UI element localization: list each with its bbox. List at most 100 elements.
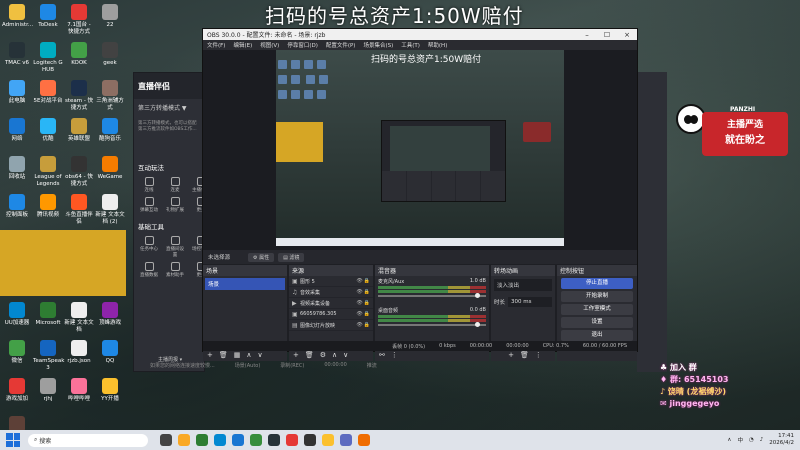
desktop-icon-label: Logitech G HUB [33, 60, 63, 73]
desktop-icon[interactable]: Logitech G HUB [33, 42, 63, 74]
desktop-icon[interactable]: obs64 - 快捷方式 [64, 156, 94, 188]
tool-item[interactable]: 直播间设置 [164, 236, 186, 258]
volume-icon[interactable]: ♪ [760, 437, 764, 443]
desktop-icon[interactable]: rjzb.json [64, 340, 94, 365]
filters-button[interactable]: ▤ 滤镜 [278, 252, 305, 262]
tool-item[interactable]: 连麦 [164, 177, 186, 193]
steam-app-icon[interactable] [268, 434, 280, 446]
teamspeak-app-icon[interactable] [340, 434, 352, 446]
visibility-lock-icon[interactable]: 👁🔒 [356, 278, 373, 284]
visibility-lock-icon[interactable]: 👁🔒 [356, 289, 373, 295]
desktop-icon[interactable]: 斗鱼直播伴侣 [64, 194, 94, 226]
desktop-icon[interactable]: 优酷 [33, 118, 63, 143]
edge-icon[interactable] [214, 434, 226, 446]
desktop-icon[interactable]: 哔哩哔哩 [64, 378, 94, 403]
tool-item[interactable]: 直播数据 [138, 262, 160, 278]
menu-item[interactable]: 工具(T) [401, 41, 420, 49]
visibility-lock-icon[interactable]: 👁🔒 [356, 322, 373, 328]
wifi-icon[interactable]: ◔ [749, 437, 754, 443]
tool-item[interactable]: 连线 [138, 177, 160, 193]
desktop-icon[interactable]: QQ [95, 340, 125, 365]
tool-item[interactable]: 任务中心 [138, 236, 160, 258]
menu-item[interactable]: 文件(F) [207, 41, 225, 49]
start-recording-button[interactable]: 开始录制 [561, 291, 633, 302]
exit-button[interactable]: 退出 [561, 330, 633, 341]
desktop-icon[interactable]: 顶峰游戏 [95, 302, 125, 327]
stop-streaming-button[interactable]: 停止直播 [561, 278, 633, 289]
obs-app-icon[interactable] [304, 434, 316, 446]
desktop-icon[interactable]: KOOK [64, 42, 94, 67]
desktop-icon[interactable]: 新建 文本文档 (2) [95, 194, 125, 226]
desktop-icon[interactable]: 英雄联盟 [64, 118, 94, 143]
windows-start-icon[interactable] [6, 433, 20, 447]
app-icon [102, 156, 118, 172]
desktop-icon[interactable]: YY开播 [95, 378, 125, 403]
menu-item[interactable]: 帮助(H) [428, 41, 447, 49]
desktop-icon[interactable]: League of Legends [33, 156, 63, 188]
kook-app-icon[interactable] [250, 434, 262, 446]
desktop-icon[interactable]: 回收站 [2, 156, 32, 181]
desktop-icon[interactable]: steam - 快捷方式 [64, 80, 94, 112]
desktop-icon[interactable]: Microsoft [33, 302, 63, 327]
ime-icon[interactable]: 中 [737, 436, 743, 444]
desktop-icon[interactable]: ToDesk [33, 4, 63, 29]
desktop-icon[interactable]: 此电脑 [2, 80, 32, 105]
tool-item[interactable]: 素材助手 [164, 262, 186, 278]
desktop-icon[interactable]: WeGame [95, 156, 125, 181]
live-companion-app-icon[interactable] [358, 434, 370, 446]
maximize-icon[interactable]: ☐ [597, 31, 617, 39]
tool-item[interactable]: 礼物扩展 [164, 197, 186, 213]
source-item[interactable]: ▣ 66059786.305 👁🔒 [289, 309, 373, 320]
transition-select[interactable]: 淡入淡出 [494, 279, 552, 291]
desktop-icon[interactable]: Administr... [2, 4, 33, 29]
desktop-icon[interactable]: TeamSpeak 3 [33, 340, 64, 372]
properties-button[interactable]: ⚙ 属性 [248, 252, 275, 262]
desktop-icon[interactable]: 网络 [2, 118, 32, 143]
desktop-icon[interactable]: TMAC v6 [2, 42, 32, 67]
desktop-icon[interactable]: UU加速器 [2, 302, 32, 327]
menu-item[interactable]: 配置文件(P) [326, 41, 356, 49]
desktop-icon[interactable]: rjhj [33, 378, 63, 403]
qq-app-icon[interactable] [232, 434, 244, 446]
desktop-icon[interactable]: 控制面板 [2, 194, 32, 219]
desktop-icon[interactable]: 腾讯视频 [33, 194, 63, 219]
file-explorer-icon[interactable] [178, 434, 190, 446]
desktop-volume-slider[interactable] [378, 322, 486, 327]
source-item[interactable]: ▶ 视频采集设备 👁🔒 [289, 298, 373, 309]
visibility-lock-icon[interactable]: 👁🔒 [356, 311, 373, 317]
settings-button[interactable]: 设置 [561, 317, 633, 328]
source-item[interactable]: ▤ 图像幻灯片放映 👁🔒 [289, 320, 373, 331]
menu-item[interactable]: 停靠窗口(D) [287, 41, 318, 49]
menu-item[interactable]: 视图(V) [260, 41, 279, 49]
mode-selector[interactable]: 第三方转播模式 ▼ [134, 99, 204, 116]
desktop-icon[interactable]: 三角洲辅方式 [95, 80, 125, 112]
desktop-icon[interactable]: 新建 文本文档 [64, 302, 94, 334]
studio-mode-button[interactable]: 工作室模式 [561, 304, 633, 315]
visibility-lock-icon[interactable]: 👁🔒 [356, 300, 373, 306]
tool-item[interactable]: 弹幕互动 [138, 197, 160, 213]
notes-app-icon[interactable] [322, 434, 334, 446]
duration-input[interactable]: 300 ms [508, 297, 552, 307]
chevron-up-icon[interactable]: ∧ [727, 437, 731, 443]
source-item[interactable]: ▣ 图形 5 👁🔒 [289, 276, 373, 287]
desktop-icon[interactable]: 微信 [2, 340, 32, 365]
desktop-icon[interactable]: 游戏加加 [2, 378, 32, 403]
task-view-icon[interactable] [160, 434, 172, 446]
close-icon[interactable]: × [617, 31, 637, 39]
desktop-icon[interactable]: 5E对战平台 [33, 80, 63, 105]
desktop-icon[interactable]: 22 [95, 4, 125, 29]
source-item[interactable]: ♫ 音效采集 👁🔒 [289, 287, 373, 298]
menu-item[interactable]: 场景集合(S) [363, 41, 393, 49]
taskbar-search[interactable]: ⌕ 搜索 [28, 433, 148, 447]
minimize-icon[interactable]: – [577, 31, 597, 39]
desktop-icon[interactable]: geek [95, 42, 125, 67]
mic-volume-slider[interactable] [378, 293, 486, 298]
chrome-icon[interactable] [286, 434, 298, 446]
menu-item[interactable]: 编辑(E) [233, 41, 252, 49]
obs-preview[interactable]: 扫码的号总资产1:50W赔付 [203, 50, 637, 250]
desktop-icon[interactable]: 酷狗音乐 [95, 118, 125, 143]
desktop-icon[interactable]: 7.1国台 - 快捷方式 [64, 4, 94, 36]
scene-item[interactable]: 场景 [205, 278, 285, 290]
wechat-app-icon[interactable] [196, 434, 208, 446]
clock[interactable]: 17:41 2026/4/2 [769, 433, 794, 447]
